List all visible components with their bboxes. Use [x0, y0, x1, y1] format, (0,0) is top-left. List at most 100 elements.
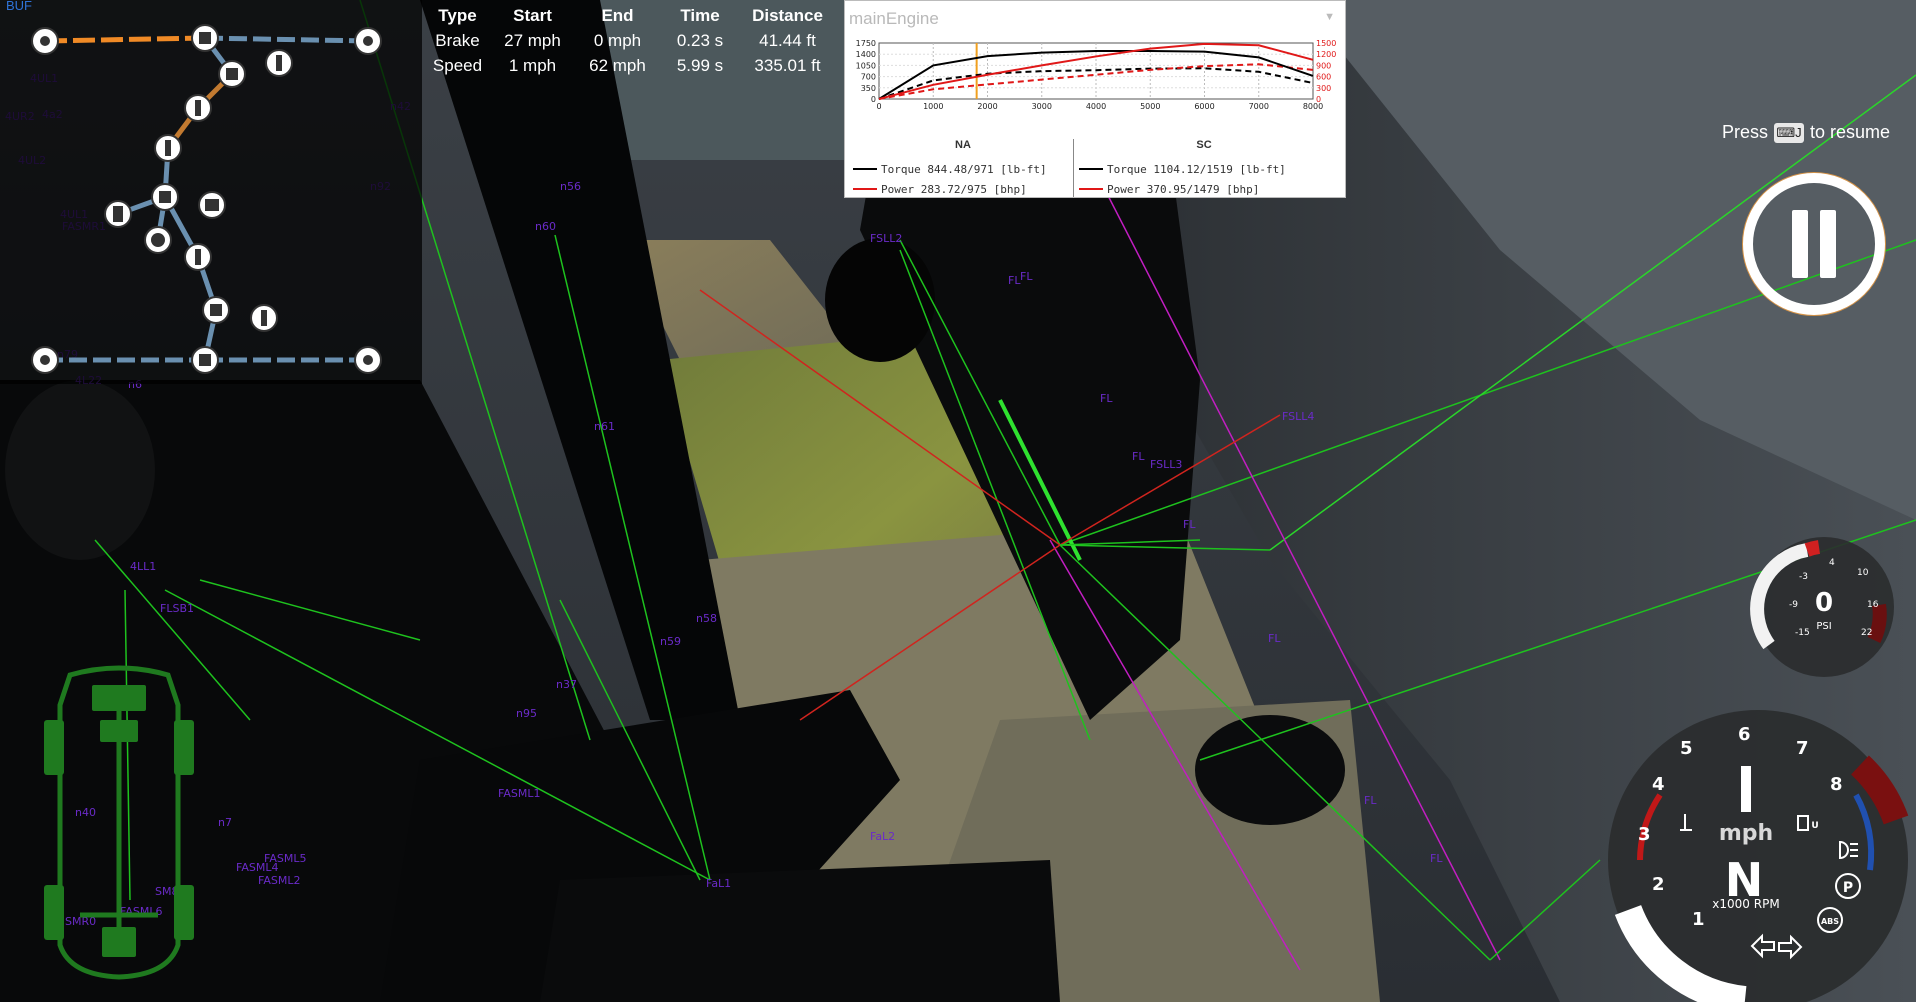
debug-node-label: FaL1 [706, 877, 731, 890]
table-cell: 5.99 s [676, 55, 724, 75]
tacho-tick: 4 [1652, 774, 1665, 795]
boost-gauge: -3 4 10 -9 16 -15 22 0 PSI [1750, 537, 1894, 677]
debug-node-label: FaL2 [870, 830, 895, 843]
table-cell: 27 mph [504, 30, 561, 50]
stats-header-end: End [601, 5, 634, 25]
debug-node-label: n56 [560, 180, 581, 193]
keyboard-key-icon: ⌨J [1774, 122, 1805, 143]
stats-header-time: Time [680, 5, 720, 25]
boost-tick: 16 [1867, 600, 1879, 610]
debug-node-label: n7 [218, 816, 232, 829]
tacho-tick: 7 [1796, 738, 1809, 759]
boost-value: 0 [1815, 588, 1833, 618]
boost-tick: 22 [1861, 628, 1872, 638]
debug-node-label: FL [1183, 518, 1196, 531]
tacho-tick: 3 [1638, 824, 1651, 845]
table-cell: Speed [432, 55, 483, 75]
debug-node-label: n59 [660, 635, 681, 648]
debug-node-label: 4LL1 [130, 560, 156, 573]
power-swatch [853, 188, 877, 190]
y-left-tick-label: 1400 [856, 50, 876, 59]
suspension-mount-top [825, 238, 935, 362]
y-right-tick-label: 0 [1316, 95, 1321, 104]
y-right-tick-label: 900 [1316, 61, 1331, 70]
stats-header-type: Type [438, 5, 477, 25]
y-right-tick-label: 1200 [1316, 50, 1336, 59]
stats-header-start: Start [513, 5, 552, 25]
legend-sc-heading: SC [1196, 139, 1212, 151]
debug-node-label: n60 [535, 220, 556, 233]
table-cell: Brake [435, 30, 480, 50]
legend-na-torque: Torque 844.48/971 [lb-ft] [881, 162, 1047, 176]
tacho-tick: 6 [1738, 724, 1751, 745]
debug-node-label: FL [1430, 852, 1443, 865]
torque-swatch [1079, 168, 1103, 170]
table-cell: 1 mph [508, 55, 557, 75]
debug-node-label: FASML1 [498, 787, 540, 800]
legend-sc-torque: Torque 1104.12/1519 [lb-ft] [1107, 162, 1286, 176]
table-cell: 62 mph [589, 55, 646, 75]
debug-node-label: FL [1364, 794, 1377, 807]
rear-diff-icon [102, 927, 136, 957]
boost-tick: -3 [1799, 572, 1808, 582]
table-cell: 41.44 ft [759, 30, 816, 50]
debug-node-label: FL [1020, 270, 1033, 283]
resume-prompt: Press ⌨J to resume [1722, 122, 1890, 143]
debug-node-label: FSLL4 [1282, 410, 1314, 423]
drivetrain-diagram [31, 24, 382, 374]
parking-label: P [1843, 880, 1853, 896]
power-swatch [1079, 188, 1103, 190]
boost-unit: PSI [1816, 621, 1831, 632]
debug-node-label: FL [1268, 632, 1281, 645]
pause-button[interactable] [1738, 168, 1890, 320]
y-right-tick-label: 300 [1316, 84, 1331, 93]
y-left-tick-label: 700 [861, 73, 876, 82]
resume-suffix-text: to resume [1810, 122, 1891, 142]
legend-sc-power: Power 370.95/1479 [bhp] [1107, 182, 1260, 196]
debug-node-label: n58 [696, 612, 717, 625]
speed-unit: mph [1719, 821, 1773, 846]
boost-tick: 10 [1857, 568, 1869, 578]
x-tick-label: 6000 [1194, 102, 1214, 111]
stats-row-brake: Brake 27 mph 0 mph 0.23 s 41.44 ft [425, 28, 835, 53]
torque-swatch [853, 168, 877, 170]
chevron-down-icon[interactable]: ▼ [1324, 11, 1335, 23]
boost-tick: -15 [1795, 628, 1810, 638]
tachometer-gauge: 1 2 3 4 5 6 7 8 mph N x1000 RPM P ABS U [1608, 710, 1909, 1002]
table-cell: 335.01 ft [754, 55, 821, 75]
y-left-tick-label: 350 [861, 84, 876, 93]
engine-icon [92, 685, 146, 711]
y-right-tick-label: 1500 [1316, 39, 1336, 48]
vehicle-damage-icon [44, 665, 194, 980]
suspension-mount-bottom [1195, 715, 1345, 825]
debug-node-label: FLSB1 [160, 602, 194, 615]
x-tick-label: 3000 [1032, 102, 1052, 111]
table-cell: 0.23 s [676, 30, 724, 50]
debug-node-label: FASML2 [258, 874, 300, 887]
x-tick-label: 2000 [977, 102, 997, 111]
drivetrain-logo: BUF [6, 0, 32, 13]
x-tick-label: 1000 [923, 102, 943, 111]
debug-node-label: FL [1100, 392, 1113, 405]
tacho-tick: 1 [1692, 909, 1705, 930]
y-left-tick-label: 1750 [856, 39, 876, 48]
abs-label: ABS [1821, 917, 1839, 926]
debug-node-label: FASML4 [236, 861, 278, 874]
stats-header-distance: Distance [752, 5, 823, 25]
rpm-unit: x1000 RPM [1712, 897, 1779, 911]
boost-tick: -9 [1789, 600, 1798, 610]
x-tick-label: 7000 [1249, 102, 1269, 111]
legend-na-power: Power 283.72/975 [bhp] [881, 182, 1027, 196]
y-right-tick-label: 600 [1316, 73, 1331, 82]
engine-graph-panel: mainEngine ▼ 0 1000 2000 3000 4000 5000 6000 70… [844, 0, 1346, 198]
chassis-bottom [540, 860, 1060, 1002]
y-left-tick-label: 1050 [856, 61, 876, 70]
engine-select-value[interactable]: mainEngine [849, 9, 939, 29]
torque-power-chart: 0 1000 2000 3000 4000 5000 6000 7000 80001750140… [856, 39, 1337, 111]
x-tick-label: 4000 [1086, 102, 1106, 111]
table-cell: 0 mph [593, 30, 642, 50]
legend-sc: SC Torque 1104.12/1519 [lb-ft] Power 370… [1079, 139, 1329, 197]
debug-node-label: FSLL3 [1150, 458, 1182, 471]
drivetrain-tree-panel: BUF [0, 0, 422, 384]
legend-na: NA Torque 844.48/971 [lb-ft] Power 283.7… [853, 139, 1074, 197]
